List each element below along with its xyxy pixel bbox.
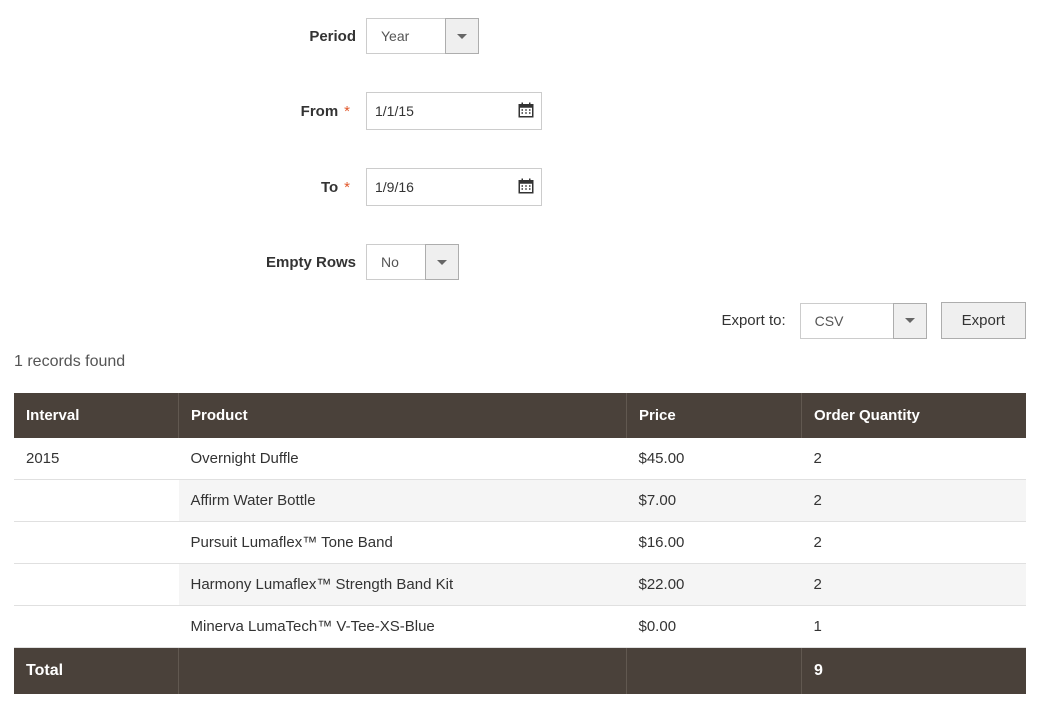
table-row: Affirm Water Bottle$7.002 bbox=[14, 480, 1026, 522]
cell-interval bbox=[14, 606, 179, 648]
cell-product: Harmony Lumaflex™ Strength Band Kit bbox=[179, 564, 627, 606]
export-format-select[interactable]: CSV bbox=[800, 303, 927, 339]
to-label: To bbox=[321, 179, 338, 196]
cell-qty: 2 bbox=[802, 522, 1027, 564]
from-label: From bbox=[301, 103, 339, 120]
cell-product: Pursuit Lumaflex™ Tone Band bbox=[179, 522, 627, 564]
cell-qty: 2 bbox=[802, 438, 1027, 480]
cell-price: $0.00 bbox=[627, 606, 802, 648]
report-table: Interval Product Price Order Quantity 20… bbox=[14, 393, 1026, 694]
col-interval: Interval bbox=[14, 393, 179, 438]
col-qty: Order Quantity bbox=[802, 393, 1027, 438]
col-product: Product bbox=[179, 393, 627, 438]
cell-interval bbox=[14, 522, 179, 564]
period-label: Period bbox=[14, 28, 366, 45]
period-select[interactable]: Year bbox=[366, 18, 479, 54]
total-qty: 9 bbox=[802, 648, 1027, 695]
cell-product: Overnight Duffle bbox=[179, 438, 627, 480]
empty-rows-label: Empty Rows bbox=[14, 254, 366, 271]
table-row: Minerva LumaTech™ V-Tee-XS-Blue$0.001 bbox=[14, 606, 1026, 648]
table-row: 2015Overnight Duffle$45.002 bbox=[14, 438, 1026, 480]
cell-qty: 2 bbox=[802, 564, 1027, 606]
chevron-down-icon[interactable] bbox=[445, 18, 479, 54]
cell-price: $22.00 bbox=[627, 564, 802, 606]
cell-interval: 2015 bbox=[14, 438, 179, 480]
cell-product: Affirm Water Bottle bbox=[179, 480, 627, 522]
export-button[interactable]: Export bbox=[941, 302, 1026, 339]
chevron-down-icon[interactable] bbox=[425, 244, 459, 280]
required-asterisk: * bbox=[344, 179, 350, 196]
chevron-down-icon[interactable] bbox=[893, 303, 927, 339]
calendar-icon[interactable] bbox=[517, 101, 535, 122]
export-to-label: Export to: bbox=[721, 312, 785, 329]
cell-qty: 1 bbox=[802, 606, 1027, 648]
table-row: Harmony Lumaflex™ Strength Band Kit$22.0… bbox=[14, 564, 1026, 606]
calendar-icon[interactable] bbox=[517, 177, 535, 198]
cell-interval bbox=[14, 480, 179, 522]
total-label: Total bbox=[14, 648, 179, 695]
cell-price: $45.00 bbox=[627, 438, 802, 480]
col-price: Price bbox=[627, 393, 802, 438]
required-asterisk: * bbox=[344, 103, 350, 120]
empty-rows-select[interactable]: No bbox=[366, 244, 459, 280]
filter-form: Period Year From * 1/1/15 To * bbox=[14, 18, 1026, 280]
cell-price: $16.00 bbox=[627, 522, 802, 564]
export-bar: Export to: CSV Export bbox=[14, 302, 1026, 339]
to-date-input[interactable]: 1/9/16 bbox=[366, 168, 542, 206]
cell-interval bbox=[14, 564, 179, 606]
cell-price: $7.00 bbox=[627, 480, 802, 522]
from-date-input[interactable]: 1/1/15 bbox=[366, 92, 542, 130]
table-row: Pursuit Lumaflex™ Tone Band$16.002 bbox=[14, 522, 1026, 564]
records-found-text: 1 records found bbox=[14, 353, 1026, 371]
cell-qty: 2 bbox=[802, 480, 1027, 522]
cell-product: Minerva LumaTech™ V-Tee-XS-Blue bbox=[179, 606, 627, 648]
